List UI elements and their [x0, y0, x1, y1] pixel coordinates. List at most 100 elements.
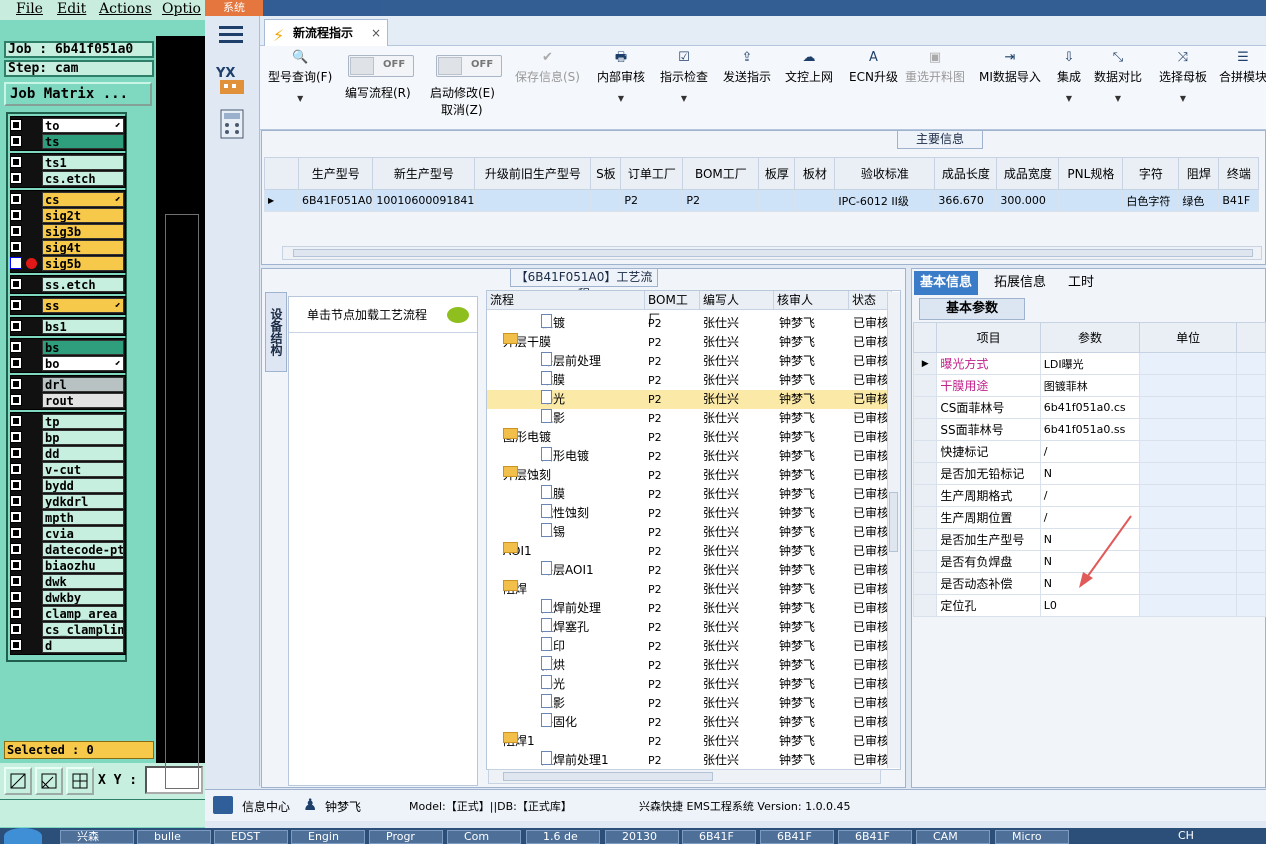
yx-logo-icon[interactable]: YX — [215, 64, 248, 96]
job-matrix-button[interactable]: Job Matrix ... — [4, 82, 152, 106]
tree-node-label[interactable]: 曝光 — [541, 390, 565, 409]
taskbar-item[interactable]: EDST — [214, 830, 288, 844]
prop-value[interactable]: 6b41f051a0.ss — [1039, 418, 1141, 441]
prop-row[interactable]: SS面菲林号 6b41f051a0.ss — [912, 418, 1266, 441]
tab-new-process[interactable]: ⚡ 新流程指示 × — [264, 19, 388, 46]
toolbar-button[interactable]: ⇥ MI数据导入 — [979, 50, 1041, 85]
table-cell[interactable]: IPC-6012 II级 — [834, 189, 936, 212]
tree-column-header[interactable]: 编写人 — [700, 291, 774, 310]
column-header[interactable]: 生产型号 — [297, 157, 374, 190]
tree-node-label[interactable]: 图形电镀 — [541, 447, 589, 466]
column-header[interactable]: 阻焊 — [1178, 157, 1220, 190]
tree-node-label[interactable]: 显影 — [541, 409, 565, 428]
prop-unit[interactable] — [1139, 462, 1237, 485]
prop-value[interactable]: / — [1039, 484, 1141, 507]
layer-checkbox[interactable] — [10, 341, 22, 353]
layer-row[interactable]: cs.etch — [8, 171, 126, 186]
taskbar-item[interactable]: 6B41F — [760, 830, 834, 844]
layer-name[interactable]: bo ⬋ — [42, 356, 124, 371]
prop-unit[interactable] — [1139, 594, 1237, 617]
column-header[interactable]: 板厚 — [758, 157, 796, 190]
layer-row[interactable]: sig4t — [8, 240, 126, 255]
toolbar-button[interactable]: ⤡ 数据对比 ▼ — [1094, 50, 1142, 103]
layer-name[interactable]: ydkdrl — [42, 494, 124, 509]
layer-row[interactable]: ss.etch — [8, 277, 126, 292]
prop-value[interactable]: LDI曝光 — [1039, 352, 1141, 375]
layer-row[interactable]: dwkby — [8, 590, 126, 605]
prop-value[interactable]: N — [1039, 462, 1141, 485]
table-cell[interactable]: 300.000 — [996, 189, 1060, 212]
layer-name[interactable]: datecode-pto — [42, 542, 124, 557]
layer-row[interactable]: dwk — [8, 574, 126, 589]
prop-unit[interactable] — [1139, 506, 1237, 529]
layer-name[interactable]: to ⬋ — [42, 118, 124, 133]
table-row[interactable]: ▶ 6B41F051A0 10010600091841 P2 P2 IPC-6012 II… — [264, 189, 1260, 212]
layer-name[interactable]: sig5b — [42, 256, 124, 271]
prop-unit[interactable] — [1139, 528, 1237, 551]
column-header[interactable]: 终端 — [1218, 157, 1260, 190]
layer-row[interactable]: clamp_area — [8, 606, 126, 621]
prop-column-header[interactable]: 单位 — [1139, 322, 1237, 353]
tree-row[interactable]: −阻焊1 P2 张仕兴 钟梦飞 已审核 — [487, 732, 892, 751]
toolbar-button[interactable]: ☁ 文控上网 — [785, 50, 833, 85]
layer-checkbox[interactable] — [10, 527, 22, 539]
layer-name[interactable]: bp — [42, 430, 124, 445]
close-icon[interactable]: × — [371, 20, 381, 46]
prop-column-header[interactable]: 参数 — [1039, 322, 1141, 353]
prop-value[interactable]: 图镀菲林 — [1039, 374, 1141, 397]
tree-node-label[interactable]: 退锡 — [541, 523, 565, 542]
tree-row[interactable]: 贴膜 P2 张仕兴 钟梦飞 已审核 — [487, 371, 892, 390]
layer-row[interactable]: rout — [8, 393, 126, 408]
layer-checkbox[interactable] — [10, 415, 22, 427]
dropdown-arrow-icon[interactable]: ▼ — [1094, 94, 1142, 103]
side-tab-equipment[interactable]: 设备结构 — [265, 292, 287, 372]
layer-name[interactable]: cs_clampline — [42, 622, 124, 637]
tab-work-hours[interactable]: 工时 — [1062, 271, 1100, 295]
layer-checkbox[interactable] — [10, 479, 22, 491]
menu-file[interactable]: File — [16, 1, 43, 17]
toggle-write-flow[interactable]: OFF — [348, 55, 414, 77]
layer-name[interactable]: tp — [42, 414, 124, 429]
layer-row[interactable]: ts — [8, 134, 126, 149]
prop-row[interactable]: 是否加无铅标记 N — [912, 462, 1266, 485]
tree-row[interactable]: 显影 P2 张仕兴 钟梦飞 已审核 — [487, 694, 892, 713]
toggle-start-modify[interactable]: OFF — [436, 55, 502, 77]
taskbar-item[interactable]: Com — [447, 830, 521, 844]
layer-checkbox[interactable] — [10, 278, 22, 290]
layer-name[interactable]: v-cut — [42, 462, 124, 477]
subtab-basic-params[interactable]: 基本参数 — [919, 298, 1025, 320]
table-cell[interactable]: 6B41F051A0 — [297, 189, 374, 212]
layer-name[interactable]: ts1 — [42, 155, 124, 170]
measure-icon[interactable] — [35, 767, 63, 795]
process-tree[interactable]: 流程BOM工厂编写人核审人状态板镀P2张仕兴钟梦飞已审核−外层干膜P2张仕兴钟梦… — [486, 290, 901, 770]
tree-row[interactable]: 阻焊前处理 P2 张仕兴 钟梦飞 已审核 — [487, 599, 892, 618]
zoom-fit-icon[interactable] — [4, 767, 32, 795]
prop-row[interactable]: CS面菲林号 6b41f051a0.cs — [912, 396, 1266, 419]
calculator-icon[interactable] — [218, 108, 246, 140]
graphics-area[interactable] — [156, 36, 205, 789]
taskbar-item[interactable]: 6B41F — [838, 830, 912, 844]
dropdown-arrow-icon[interactable]: ▼ — [1057, 94, 1081, 103]
layer-row[interactable]: ss ⬋ — [8, 298, 126, 313]
layer-checkbox[interactable] — [10, 241, 22, 253]
layer-row[interactable]: bydd — [8, 478, 126, 493]
tree-row[interactable]: 阻焊前处理1 P2 张仕兴 钟梦飞 已审核 — [487, 751, 892, 769]
start-button[interactable] — [4, 828, 42, 844]
layer-name[interactable]: dwkby — [42, 590, 124, 605]
layer-name[interactable]: clamp_area — [42, 606, 124, 621]
tree-vscroll[interactable] — [887, 292, 900, 768]
tree-node-label[interactable]: 阻焊塞孔 — [541, 618, 589, 637]
toolbar-button[interactable]: 🔍 型号查询(F) ▼ — [268, 50, 332, 103]
tree-row[interactable]: 预烘 P2 张仕兴 钟梦飞 已审核 — [487, 656, 892, 675]
layer-checkbox[interactable] — [10, 257, 22, 269]
tree-row[interactable]: 板镀 P2 张仕兴 钟梦飞 已审核 — [487, 314, 892, 333]
tree-column-header[interactable]: 状态 — [849, 291, 892, 310]
layer-row[interactable]: cs ⬋ — [8, 192, 126, 207]
tree-row[interactable]: 阻焊塞孔 P2 张仕兴 钟梦飞 已审核 — [487, 618, 892, 637]
layer-checkbox[interactable] — [10, 463, 22, 475]
table-cell[interactable]: B41F — [1218, 189, 1260, 212]
tree-row[interactable]: 外层AOI1 P2 张仕兴 钟梦飞 已审核 — [487, 561, 892, 580]
layer-name[interactable]: bydd — [42, 478, 124, 493]
toolbar-button[interactable]: ⇪ 发送指示 — [723, 50, 771, 85]
layer-checkbox[interactable] — [10, 607, 22, 619]
